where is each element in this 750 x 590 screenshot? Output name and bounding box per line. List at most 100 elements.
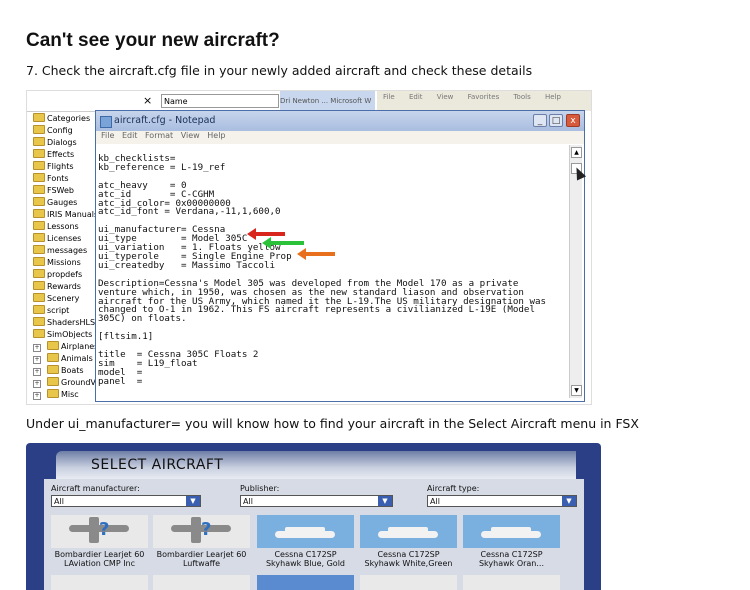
menu-help[interactable]: Help (207, 131, 225, 140)
aircraft-tile[interactable] (51, 575, 148, 590)
tree-item[interactable]: SimObjects (27, 329, 97, 341)
chevron-down-icon[interactable]: ▼ (186, 496, 200, 506)
name-column-header[interactable]: Name (161, 94, 279, 108)
publisher-select[interactable]: All ▼ (240, 495, 393, 507)
wing-shape (491, 527, 531, 533)
tree-item[interactable]: Fonts (27, 173, 97, 185)
folder-icon (33, 269, 45, 278)
fsx-select-aircraft-screen: SELECT AIRCRAFT Aircraft manufacturer: A… (26, 443, 601, 590)
aircraft-tile[interactable]: Cessna C172SP Skyhawk Blue, Gold (257, 515, 354, 573)
aircraft-tile[interactable]: Cessna C172SP Skyhawk White,Green (360, 515, 457, 573)
menu-file[interactable]: File (101, 131, 114, 140)
tree-item[interactable]: messages (27, 245, 97, 257)
minimize-button[interactable]: _ (533, 114, 547, 127)
folder-icon (33, 209, 45, 218)
folder-icon (33, 113, 45, 122)
aircraft-type-select[interactable]: All ▼ (427, 495, 577, 507)
question-mark-icon: ? (201, 519, 212, 540)
tree-item[interactable]: + Boats (27, 365, 97, 377)
maximize-button[interactable]: □ (549, 114, 563, 127)
tree-item[interactable]: + Misc (27, 389, 97, 401)
notepad-title: aircraft.cfg - Notepad (114, 115, 216, 126)
vertical-scrollbar[interactable]: ▲ ▼ (569, 145, 582, 398)
expand-icon[interactable]: + (33, 344, 41, 352)
expand-icon[interactable]: + (33, 368, 41, 376)
menu-tools[interactable]: Tools (513, 93, 530, 101)
notepad-window: aircraft.cfg - Notepad _ □ x File Edit F… (95, 110, 585, 402)
aircraft-thumbnail (463, 515, 560, 548)
tree-item[interactable]: ShadersHLSL (27, 317, 100, 329)
tree-item[interactable]: Effects (27, 149, 97, 161)
folder-open-icon (33, 329, 45, 338)
green-arrow-icon (262, 237, 304, 249)
tree-item[interactable]: Scenery (27, 293, 97, 305)
publisher-label: Publisher: (240, 484, 280, 493)
folder-icon (47, 389, 59, 398)
scroll-down-icon[interactable]: ▼ (571, 385, 582, 396)
chevron-down-icon[interactable]: ▼ (378, 496, 392, 506)
tree-item[interactable]: Lessons (27, 221, 97, 233)
folder-icon (47, 377, 59, 386)
folder-icon (33, 305, 45, 314)
aircraft-thumbnail: ? (153, 515, 250, 548)
tree-item[interactable]: Flights (27, 161, 97, 173)
tree-item[interactable]: Licenses (27, 233, 97, 245)
expand-icon[interactable]: + (33, 392, 41, 400)
tree-item[interactable]: FSWeb (27, 185, 97, 197)
notepad-text-area[interactable]: kb_checklists= kb_reference = L-19_ref a… (98, 154, 568, 387)
notepad-titlebar[interactable]: aircraft.cfg - Notepad _ □ x (96, 111, 584, 131)
tree-item[interactable]: Missions (27, 257, 97, 269)
menu-favorites[interactable]: Favorites (468, 93, 500, 101)
close-icon[interactable]: × (143, 94, 152, 107)
menu-view[interactable]: View (181, 131, 200, 140)
tree-item[interactable]: Rewards (27, 281, 97, 293)
manufacturer-select[interactable]: All ▼ (51, 495, 201, 507)
menu-edit[interactable]: Edit (122, 131, 138, 140)
tree-item[interactable]: + Animals (27, 353, 97, 365)
tree-item[interactable]: Categories (27, 113, 97, 125)
tree-item[interactable]: script (27, 305, 97, 317)
aircraft-tile[interactable]: Cessna C172SP Skyhawk Oran... (463, 515, 560, 573)
folder-icon (33, 197, 45, 206)
chevron-down-icon[interactable]: ▼ (562, 496, 576, 506)
tree-item[interactable]: propdefs (27, 269, 97, 281)
menu-help[interactable]: Help (545, 93, 561, 101)
tree-item[interactable]: Config (27, 125, 97, 137)
folder-icon (33, 149, 45, 158)
tree-item[interactable]: + Airplanes (27, 341, 98, 353)
expand-icon[interactable]: + (33, 380, 41, 388)
tile-livery: Skyhawk White,Green (364, 559, 453, 568)
explorer-menu: File Edit View Favorites Tools Help (377, 91, 591, 111)
aircraft-tile[interactable] (153, 575, 250, 590)
menu-format[interactable]: Format (145, 131, 173, 140)
taskbar-strip: Dri Newton ... Microsoft W (280, 91, 375, 111)
close-button[interactable]: x (566, 114, 580, 127)
folder-icon (33, 281, 45, 290)
folder-icon (47, 341, 59, 350)
menu-edit[interactable]: Edit (409, 93, 423, 101)
folder-tree: Categories Config Dialogs Effects Flight… (27, 113, 100, 401)
aircraft-tile[interactable] (463, 575, 560, 590)
tree-item[interactable]: Dialogs (27, 137, 97, 149)
tile-name: Cessna C172SP (480, 550, 543, 559)
tree-item[interactable]: + GroundVe (27, 377, 100, 389)
folder-icon (47, 353, 59, 362)
tile-name: Cessna C172SP (274, 550, 337, 559)
aircraft-tile[interactable] (257, 575, 354, 590)
folder-icon (33, 257, 45, 266)
menu-view[interactable]: View (437, 93, 454, 101)
aircraft-tile[interactable]: ? Bombardier Learjet 60 LAviation CMP Inc (51, 515, 148, 573)
scroll-up-icon[interactable]: ▲ (571, 147, 582, 158)
red-arrow-icon (247, 228, 285, 240)
folder-icon (33, 161, 45, 170)
notepad-app-icon (100, 116, 112, 128)
tile-livery: LAviation CMP Inc (63, 559, 136, 568)
expand-icon[interactable]: + (33, 356, 41, 364)
fsx-panel: Aircraft manufacturer: All ▼ Publisher: … (44, 479, 584, 590)
aircraft-tile[interactable]: ? Bombardier Learjet 60 Luftwaffe (153, 515, 250, 573)
menu-file[interactable]: File (383, 93, 395, 101)
under-manufacturer-text: Under ui_manufacturer= you will know how… (26, 416, 639, 431)
tree-item[interactable]: Gauges (27, 197, 97, 209)
tree-item[interactable]: IRIS Manuals (27, 209, 98, 221)
aircraft-tile[interactable] (360, 575, 457, 590)
